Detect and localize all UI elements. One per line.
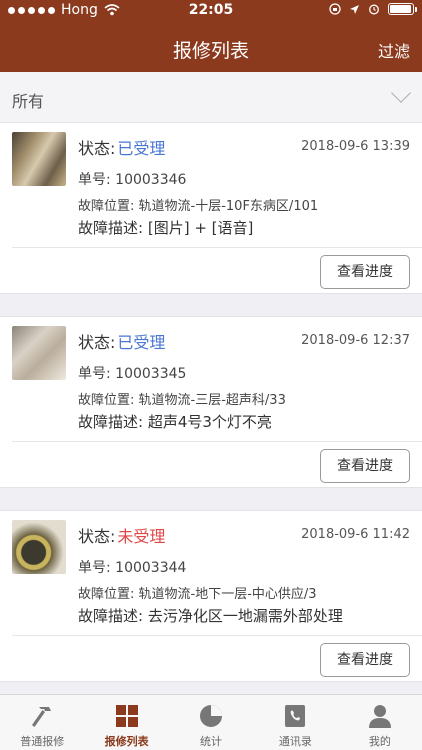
location-row: 故障位置: 轨道物流-地下一层-中心供应/3 — [78, 583, 317, 602]
status-bar: Hong 22:05 — [0, 0, 422, 22]
order-number: 10003345 — [115, 366, 187, 382]
repair-thumbnail[interactable] — [12, 326, 66, 380]
repair-thumbnail[interactable] — [12, 520, 66, 574]
repair-card[interactable]: 状态: 已受理 2018-09-6 13:39 单号: 10003346 故障位置… — [0, 122, 422, 294]
order-row: 单号: 10003345 — [78, 363, 186, 383]
repair-card[interactable]: 状态: 已受理 2018-09-6 12:37 单号: 10003345 故障位置… — [0, 316, 422, 488]
pie-chart-icon — [200, 705, 223, 727]
tab-mine[interactable]: 我的 — [338, 695, 422, 750]
order-row: 单号: 10003344 — [78, 557, 186, 577]
order-row: 单号: 10003346 — [78, 169, 186, 189]
description-label: 故障描述: — [78, 219, 144, 237]
page-title: 报修列表 — [172, 40, 249, 62]
card-divider — [12, 247, 422, 248]
tab-bar: 普通报修 报修列表 统计 通讯录 我的 — [0, 694, 422, 750]
hammer-icon — [32, 707, 52, 727]
status-row: 状态: 未受理 — [78, 523, 165, 547]
card-divider — [12, 635, 422, 636]
repair-date: 2018-09-6 12:37 — [301, 333, 410, 348]
repair-date: 2018-09-6 11:42 — [301, 527, 410, 542]
tab-contacts[interactable]: 通讯录 — [253, 695, 337, 750]
description-row: 故障描述: 去污净化区一地漏需外部处理 — [78, 605, 343, 626]
description-value: 去污净化区一地漏需外部处理 — [147, 607, 343, 625]
description-value: [图片] + [语音] — [147, 219, 254, 237]
tab-statistics[interactable]: 统计 — [169, 695, 253, 750]
order-label: 单号: — [78, 366, 111, 382]
location-icon — [350, 4, 359, 14]
grid-icon — [115, 705, 138, 727]
description-label: 故障描述: — [78, 413, 144, 431]
tab-label: 我的 — [368, 735, 391, 748]
status-label: 状态: — [78, 139, 116, 158]
description-label: 故障描述: — [78, 607, 144, 625]
repair-date: 2018-09-6 13:39 — [301, 139, 410, 154]
status-value: 已受理 — [117, 139, 166, 158]
status-label: 状态: — [78, 527, 116, 546]
tab-label: 报修列表 — [104, 735, 149, 748]
tab-repair-list[interactable]: 报修列表 — [84, 695, 168, 750]
app-header: Hong 22:05 报修列表 过滤 — [0, 0, 422, 72]
status-label: 状态: — [78, 333, 116, 352]
status-icons — [329, 3, 417, 15]
status-value: 已受理 — [117, 333, 166, 352]
tab-normal-repair[interactable]: 普通报修 — [0, 695, 84, 750]
filter-button[interactable]: 过滤 — [378, 38, 410, 62]
location-row: 故障位置: 轨道物流-三层-超声科/33 — [78, 389, 286, 408]
rotation-lock-icon — [329, 3, 341, 15]
status-row: 状态: 已受理 — [78, 135, 165, 159]
location-label: 故障位置: — [78, 587, 135, 602]
card-divider — [12, 441, 422, 442]
order-number: 10003346 — [115, 172, 187, 188]
contacts-icon — [285, 705, 306, 727]
filter-dropdown[interactable]: 所有 — [0, 72, 422, 124]
order-label: 单号: — [78, 560, 111, 576]
tab-label: 统计 — [200, 735, 223, 748]
view-progress-button[interactable]: 查看进度 — [320, 449, 410, 483]
view-progress-button[interactable]: 查看进度 — [320, 255, 410, 289]
chevron-down-icon — [391, 83, 411, 103]
user-icon — [368, 705, 391, 728]
repair-card[interactable]: 状态: 未受理 2018-09-6 11:42 单号: 10003344 故障位置… — [0, 510, 422, 682]
battery-icon — [388, 3, 417, 15]
status-row: 状态: 已受理 — [78, 329, 165, 353]
description-value: 超声4号3个灯不亮 — [147, 413, 272, 431]
location-row: 故障位置: 轨道物流-十层-10F东病区/101 — [78, 195, 318, 214]
view-progress-button[interactable]: 查看进度 — [320, 643, 410, 677]
location-label: 故障位置: — [78, 199, 135, 214]
location-value: 轨道物流-三层-超声科/33 — [138, 393, 286, 408]
description-row: 故障描述: [图片] + [语音] — [78, 217, 253, 238]
status-value: 未受理 — [117, 527, 166, 546]
location-value: 轨道物流-地下一层-中心供应/3 — [138, 587, 317, 602]
alarm-icon — [369, 4, 379, 15]
filter-selected-value: 所有 — [12, 92, 45, 111]
order-number: 10003344 — [115, 560, 187, 576]
location-value: 轨道物流-十层-10F东病区/101 — [138, 199, 319, 214]
tab-label: 通讯录 — [278, 735, 312, 748]
tab-label: 普通报修 — [20, 735, 65, 748]
location-label: 故障位置: — [78, 393, 135, 408]
order-label: 单号: — [78, 172, 111, 188]
description-row: 故障描述: 超声4号3个灯不亮 — [78, 411, 272, 432]
repair-thumbnail[interactable] — [12, 132, 66, 186]
